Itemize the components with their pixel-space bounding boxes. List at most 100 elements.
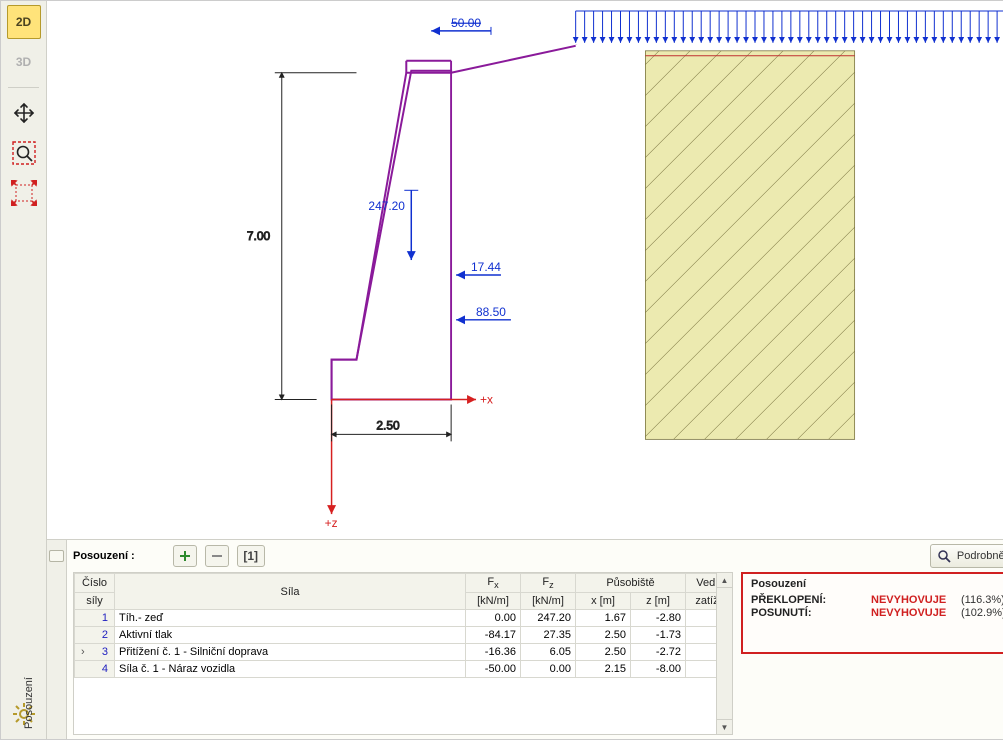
row-fz: 6.05 (521, 644, 576, 661)
dim-width: 2.50 (332, 405, 452, 442)
bottom-header: Posouzení : [1] Podrobně (73, 544, 1003, 568)
row-index[interactable]: 1 (75, 610, 115, 627)
move-arrows-icon (12, 101, 36, 125)
result-title: Posouzení (751, 578, 1003, 590)
toolbar-separator (8, 87, 40, 88)
table-scrollbar[interactable]: ▲ ▼ (716, 573, 732, 734)
result-key: PŘEKLOPENÍ: (751, 594, 871, 606)
bottom-content: Posouzení : [1] Podrobně (67, 540, 1003, 739)
drawing-canvas[interactable]: +x +z 7.00 2.50 (47, 1, 1003, 539)
row-fz: 247.20 (521, 610, 576, 627)
side-tab-handle[interactable] (49, 550, 64, 562)
svg-text:247.20: 247.20 (368, 199, 405, 213)
forces-table-wrap[interactable]: Číslo Síla Fx Fz Působiště Vedl. síly [k (73, 572, 733, 735)
svg-text:7.00: 7.00 (247, 229, 271, 243)
wall-shape (332, 73, 452, 400)
row-fx: -84.17 (466, 627, 521, 644)
bottom-body: Číslo Síla Fx Fz Působiště Vedl. síly [k (73, 572, 1003, 735)
table-row[interactable]: 4Síla č. 1 - Náraz vozidla-50.000.002.15… (75, 661, 732, 678)
row-fx: 0.00 (466, 610, 521, 627)
svg-text:2.50: 2.50 (376, 418, 400, 432)
view-2d-label: 2D (16, 15, 31, 29)
row-x: 2.50 (576, 644, 631, 661)
zoom-extents-button[interactable] (7, 176, 41, 210)
svg-text:+z: +z (325, 516, 338, 530)
row-x: 2.50 (576, 627, 631, 644)
bottom-title: Posouzení : (73, 550, 135, 562)
svg-text:50.00: 50.00 (451, 16, 481, 30)
col-fx: Fx (466, 574, 521, 593)
result-pct: (102.9%) (961, 607, 1003, 619)
result-status: NEVYHOVUJE (871, 607, 961, 619)
row-x: 2.15 (576, 661, 631, 678)
row-fx: -16.36 (466, 644, 521, 661)
main-area: +x +z 7.00 2.50 (47, 1, 1003, 739)
table-row[interactable]: 2Aktivní tlak-84.1727.352.50-1.73 (75, 627, 732, 644)
result-box: Posouzení PŘEKLOPENÍ:NEVYHOVUJE(116.3%)P… (741, 572, 1003, 654)
result-row: POSUNUTÍ:NEVYHOVUJE(102.9%) (751, 607, 1003, 619)
zoom-window-icon (11, 140, 37, 166)
soil-block (645, 51, 854, 440)
left-toolbar: 2D 3D (1, 1, 47, 739)
result-status: NEVYHOVUJE (871, 594, 961, 606)
col-fz-unit: [kN/m] (521, 593, 576, 610)
result-pct: (116.3%) (961, 594, 1003, 606)
table-row[interactable]: 1Tíh.- zeď0.00247.201.67-2.80 (75, 610, 732, 627)
col-pusobiste: Působiště (576, 574, 686, 593)
row-z: -1.73 (631, 627, 686, 644)
row-name: Síla č. 1 - Náraz vozidla (115, 661, 466, 678)
row-index[interactable]: 2 (75, 627, 115, 644)
row-index[interactable]: 4 (75, 661, 115, 678)
col-cislo: Číslo (75, 574, 115, 593)
svg-text:17.44: 17.44 (471, 260, 501, 274)
row-fz: 27.35 (521, 627, 576, 644)
view-3d-button[interactable]: 3D (7, 45, 41, 79)
force-top: 50.00 (431, 16, 491, 35)
detail-button[interactable]: Podrobně (930, 544, 1003, 568)
svg-text:+x: +x (480, 393, 493, 407)
plus-icon (179, 550, 191, 562)
coord-axes: +x +z (325, 393, 493, 531)
side-tab-label: Posouzení (23, 677, 35, 729)
view-2d-button[interactable]: 2D (7, 5, 41, 39)
dim-height: 7.00 (247, 73, 357, 400)
table-row[interactable]: 3Přitížení č. 1 - Silniční doprava-16.36… (75, 644, 732, 661)
row-name: Přitížení č. 1 - Silniční doprava (115, 644, 466, 661)
col-zm: z [m] (631, 593, 686, 610)
row-z: -2.80 (631, 610, 686, 627)
row-z: -8.00 (631, 661, 686, 678)
result-row: PŘEKLOPENÍ:NEVYHOVUJE(116.3%) (751, 594, 1003, 606)
fit-extents-icon (11, 180, 37, 206)
col-xm: x [m] (576, 593, 631, 610)
add-button[interactable] (173, 545, 197, 567)
col-sila: Síla (115, 574, 466, 610)
remove-button[interactable] (205, 545, 229, 567)
detail-label: Podrobně (957, 550, 1003, 562)
distributed-load (576, 11, 1003, 43)
zoom-window-button[interactable] (7, 136, 41, 170)
page-button[interactable]: [1] (237, 545, 265, 567)
col-fx-unit: [kN/m] (466, 593, 521, 610)
svg-text:88.50: 88.50 (476, 305, 506, 319)
result-key: POSUNUTÍ: (751, 607, 871, 619)
row-x: 1.67 (576, 610, 631, 627)
forces-table: Číslo Síla Fx Fz Působiště Vedl. síly [k (74, 573, 732, 678)
col-fz: Fz (521, 574, 576, 593)
app-window: 2D 3D (0, 0, 1003, 740)
row-fx: -50.00 (466, 661, 521, 678)
row-name: Tíh.- zeď (115, 610, 466, 627)
drawing-svg: +x +z 7.00 2.50 (47, 1, 1003, 539)
view-3d-label: 3D (16, 55, 31, 69)
row-fz: 0.00 (521, 661, 576, 678)
bottom-panel: Posouzení Posouzení : [1] (47, 539, 1003, 739)
side-tab-strip[interactable]: Posouzení (47, 540, 67, 739)
minus-icon (211, 550, 223, 562)
row-name: Aktivní tlak (115, 627, 466, 644)
detail-icon (937, 549, 951, 563)
col-sily: síly (75, 593, 115, 610)
pan-button[interactable] (7, 96, 41, 130)
scroll-down-icon[interactable]: ▼ (717, 719, 732, 734)
row-index[interactable]: 3 (75, 644, 115, 661)
scroll-up-icon[interactable]: ▲ (717, 573, 732, 588)
row-z: -2.72 (631, 644, 686, 661)
